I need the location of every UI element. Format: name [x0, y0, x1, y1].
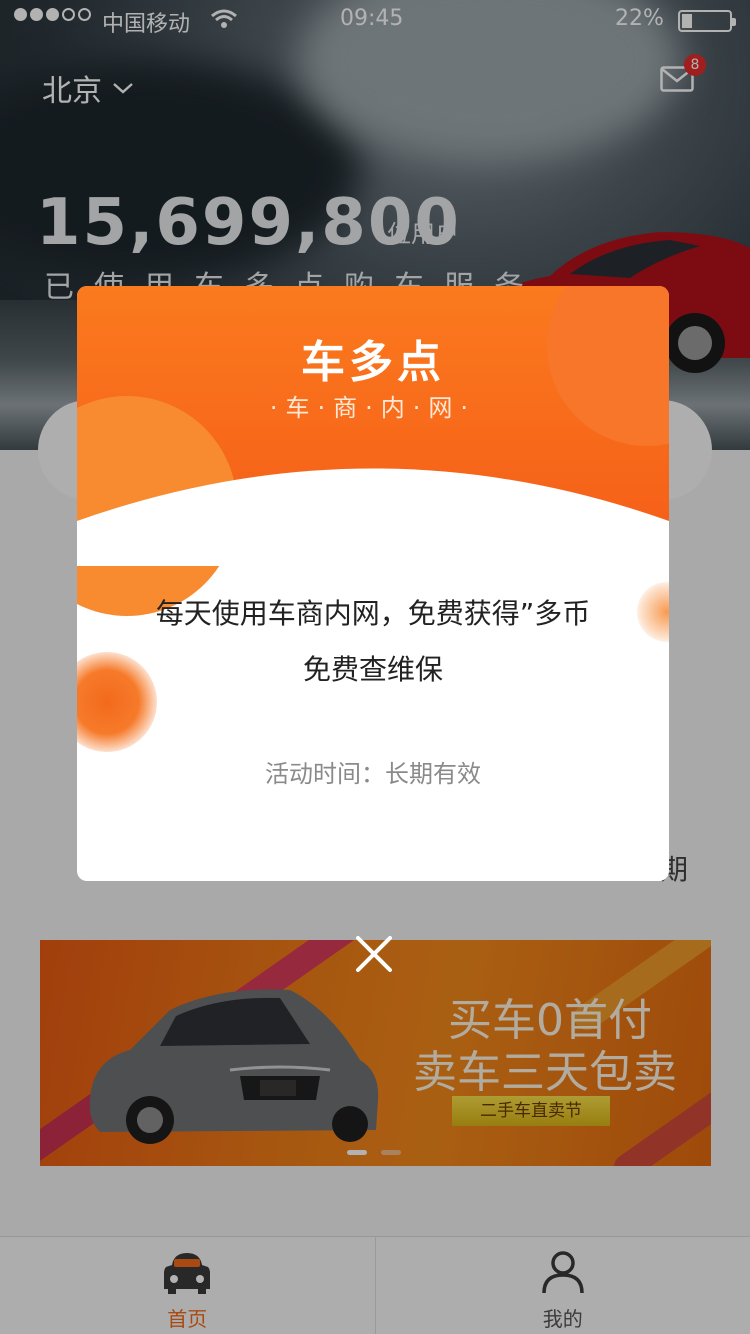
close-icon[interactable]: [352, 932, 396, 976]
modal-message-line-2: 免费查维保: [302, 653, 443, 686]
header-curve: [77, 468, 669, 566]
modal-subtitle: ·车·商·内·网·: [269, 394, 477, 422]
modal-brand: 车多点: [301, 337, 445, 388]
promo-modal: 车多点 ·车·商·内·网· 每天使用车商内网，免费获得”多币 免费查维保 活动时…: [77, 286, 669, 881]
modal-message-line-1: 每天使用车商内网，免费获得”多币: [155, 597, 591, 630]
activity-period: 活动时间：长期有效: [265, 760, 481, 788]
